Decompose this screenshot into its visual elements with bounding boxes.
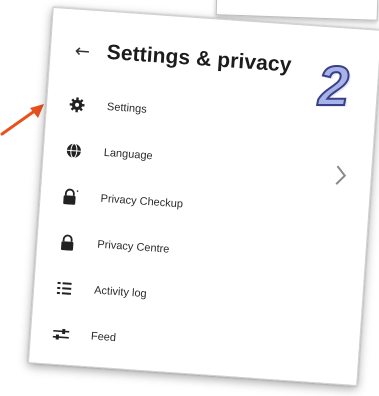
sliders-icon <box>48 321 74 347</box>
menu-item-label: Feed <box>90 330 117 345</box>
menu-item-label: Activity log <box>93 284 148 301</box>
step-number-annotation: 2 <box>317 54 350 117</box>
gear-icon <box>64 92 90 118</box>
lock-icon <box>55 230 81 256</box>
list-icon <box>51 276 77 302</box>
menu-item-label: Settings <box>106 100 148 116</box>
lock-heart-icon <box>58 184 84 210</box>
panel-header: ← Settings & privacy <box>74 36 355 85</box>
back-arrow-button[interactable]: ← <box>74 40 95 62</box>
menu-item-label: Privacy Centre <box>96 238 170 256</box>
background-window-strip <box>215 0 379 21</box>
globe-icon <box>61 138 87 164</box>
chevron-right-icon[interactable] <box>330 162 352 189</box>
settings-menu: Settings Language Privacy Checkup Privac… <box>47 81 316 374</box>
menu-item-label: Privacy Checkup <box>100 192 184 211</box>
menu-item-label: Language <box>103 146 154 163</box>
page-title: Settings & privacy <box>106 40 293 77</box>
pointer-arrow-annotation <box>0 104 44 136</box>
